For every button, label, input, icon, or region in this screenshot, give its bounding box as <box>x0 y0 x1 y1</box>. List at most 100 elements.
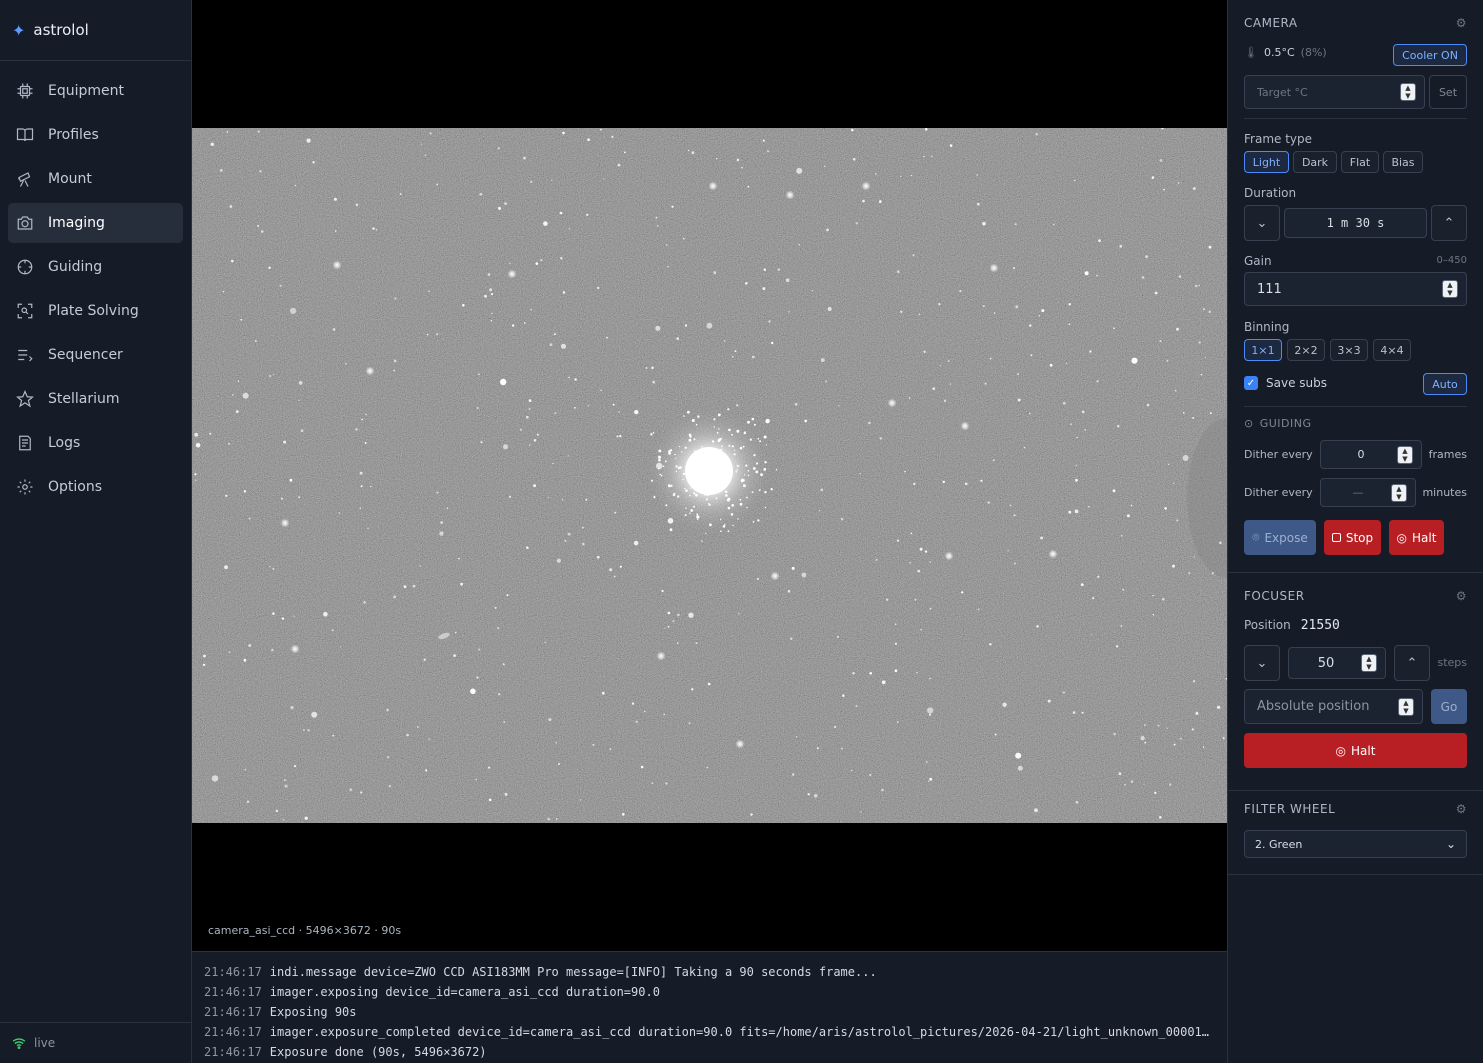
target-temp-input[interactable]: Target °C ▲ ▼ <box>1244 75 1425 109</box>
absolute-position-stepper[interactable]: ▲ ▼ <box>1398 697 1414 716</box>
filter-wheel-section-header: FILTER WHEEL ⚙ <box>1244 802 1467 816</box>
gain-input[interactable]: 111 ▲ ▼ <box>1244 272 1467 306</box>
target-temp-placeholder: Target °C <box>1257 85 1308 99</box>
captured-frame[interactable] <box>192 128 1227 823</box>
log-text: Exposing 90s <box>269 1005 357 1019</box>
binning-1x1[interactable]: 1×1 <box>1244 339 1282 361</box>
step-size-stepper[interactable]: ▲ ▼ <box>1361 654 1377 672</box>
control-panel: CAMERA ⚙ 🌡︎ 0.5°C (8%) Cooler ON Target … <box>1227 0 1483 1063</box>
log-text: imager.exposing device_id=camera_asi_ccd… <box>269 985 660 999</box>
go-button[interactable]: Go <box>1431 689 1467 724</box>
dither-frames-unit: frames <box>1428 448 1467 461</box>
list-icon <box>18 349 33 362</box>
dither-frames-label: Dither every <box>1244 448 1313 461</box>
sidebar-item-label: Profiles <box>48 127 99 143</box>
sidebar-item-plate-solving[interactable]: Plate Solving <box>8 291 183 331</box>
sidebar-item-options[interactable]: Options <box>8 467 183 507</box>
dither-minutes-stepper[interactable]: ▲ ▼ <box>1391 483 1407 502</box>
duration-input[interactable]: 1 m 30 s <box>1284 208 1427 238</box>
camera-settings-gear-icon[interactable]: ⚙ <box>1456 16 1467 30</box>
sidebar-item-guiding[interactable]: Guiding <box>8 247 183 287</box>
frame-type-flat[interactable]: Flat <box>1341 151 1379 173</box>
log-line: 21:46:17 imager.exposure_completed device… <box>204 1022 1215 1042</box>
sidebar-item-logs[interactable]: Logs <box>8 423 183 463</box>
halt-icon: ◎ <box>1335 743 1347 758</box>
dither-minutes-input[interactable]: — ▲ ▼ <box>1320 478 1416 507</box>
gain-range: 0–450 <box>1436 255 1467 266</box>
chevron-down-icon: ⌄ <box>1445 837 1456 851</box>
divider <box>1228 790 1483 791</box>
focuser-halt-button[interactable]: ◎ Halt <box>1244 733 1467 768</box>
sidebar: ✦ astrolol Equipment Profiles Mount Imag… <box>0 0 192 1063</box>
log-time: 21:46:17 <box>204 1005 262 1019</box>
frame-type-bias[interactable]: Bias <box>1383 151 1423 173</box>
gain-label: Gain <box>1244 254 1272 268</box>
log-text: imager.exposure_completed device_id=came… <box>269 1025 1215 1039</box>
temperature-value: 0.5°C <box>1263 46 1295 59</box>
sidebar-item-stellarium[interactable]: Stellarium <box>8 379 183 419</box>
binning-4x4[interactable]: 4×4 <box>1373 339 1411 361</box>
camera-icon: ⌾ <box>1252 530 1260 544</box>
gain-stepper[interactable]: ▲ ▼ <box>1442 280 1458 298</box>
absolute-position-input[interactable]: Absolute position ▲ ▼ <box>1244 689 1423 724</box>
halt-button[interactable]: ◎ Halt <box>1389 520 1444 555</box>
binning-3x3[interactable]: 3×3 <box>1330 339 1368 361</box>
scan-icon <box>17 303 33 319</box>
binning-2x2[interactable]: 2×2 <box>1287 339 1325 361</box>
sidebar-item-label: Logs <box>48 435 81 451</box>
focus-in-button[interactable]: ⌄ <box>1244 645 1280 681</box>
sidebar-item-mount[interactable]: Mount <box>8 159 183 199</box>
stop-button[interactable]: Stop <box>1324 520 1381 555</box>
frame-type-dark[interactable]: Dark <box>1293 151 1337 173</box>
binning-group: 1×1 2×2 3×3 4×4 <box>1244 339 1411 361</box>
gear-icon <box>17 479 33 495</box>
brand[interactable]: ✦ astrolol <box>0 0 191 61</box>
log-time: 21:46:17 <box>204 1045 262 1059</box>
frame-type-light[interactable]: Light <box>1244 151 1289 173</box>
dither-frames-value: 0 <box>1357 448 1365 461</box>
duration-label: Duration <box>1244 186 1297 200</box>
set-temp-button[interactable]: Set <box>1429 75 1467 109</box>
chevron-down-icon: ⌄ <box>1256 215 1268 231</box>
guiding-title: GUIDING <box>1259 417 1312 430</box>
image-viewer[interactable]: camera_asi_ccd · 5496×3672 · 90s <box>192 0 1227 951</box>
sidebar-item-imaging[interactable]: Imaging <box>8 203 183 243</box>
duration-increase-button[interactable]: ⌃ <box>1431 205 1467 241</box>
save-subs-row: ✓ Save subs <box>1244 376 1327 390</box>
divider <box>1244 406 1467 407</box>
focus-out-button[interactable]: ⌃ <box>1394 645 1430 681</box>
sidebar-item-equipment[interactable]: Equipment <box>8 71 183 111</box>
sidebar-item-sequencer[interactable]: Sequencer <box>8 335 183 375</box>
sidebar-item-profiles[interactable]: Profiles <box>8 115 183 155</box>
halt-label: Halt <box>1412 530 1437 545</box>
expose-button[interactable]: ⌾ Expose <box>1244 520 1316 555</box>
save-subs-checkbox[interactable]: ✓ <box>1244 376 1258 390</box>
sparkle-icon: ✦ <box>12 20 26 40</box>
gain-value: 111 <box>1257 281 1282 297</box>
duration-decrease-button[interactable]: ⌄ <box>1244 205 1280 241</box>
thermometer-icon: 🌡︎ <box>1244 46 1258 59</box>
chevron-up-icon: ⌃ <box>1406 655 1418 671</box>
binning-label: Binning <box>1244 320 1290 334</box>
filter-selected: 2. Green <box>1255 837 1303 851</box>
position-label: Position <box>1244 618 1291 632</box>
wifi-icon <box>12 1038 26 1049</box>
focuser-settings-gear-icon[interactable]: ⚙ <box>1456 589 1467 603</box>
frame-type-label: Frame type <box>1244 132 1313 146</box>
cooler-toggle-button[interactable]: Cooler ON <box>1393 44 1467 66</box>
auto-button[interactable]: Auto <box>1423 373 1467 395</box>
app-root: ✦ astrolol Equipment Profiles Mount Imag… <box>0 0 1483 1063</box>
log-line: 21:46:17 indi.message device=ZWO CCD ASI1… <box>204 962 1215 982</box>
telescope-icon <box>17 172 31 187</box>
stop-icon <box>1331 533 1341 542</box>
filter-select[interactable]: 2. Green ⌄ <box>1244 830 1467 858</box>
dither-frames-stepper[interactable]: ▲ ▼ <box>1397 445 1413 464</box>
chip-icon <box>17 83 33 99</box>
step-size-input[interactable]: 50 ▲ ▼ <box>1288 647 1386 679</box>
step-size-value: 50 <box>1317 655 1335 671</box>
target-temp-stepper[interactable]: ▲ ▼ <box>1400 83 1416 101</box>
filter-wheel-settings-gear-icon[interactable]: ⚙ <box>1456 802 1467 816</box>
dither-minutes-unit: minutes <box>1422 486 1467 499</box>
dither-frames-input[interactable]: 0 ▲ ▼ <box>1320 440 1422 469</box>
focuser-position-row: Position 21550 <box>1244 618 1340 633</box>
